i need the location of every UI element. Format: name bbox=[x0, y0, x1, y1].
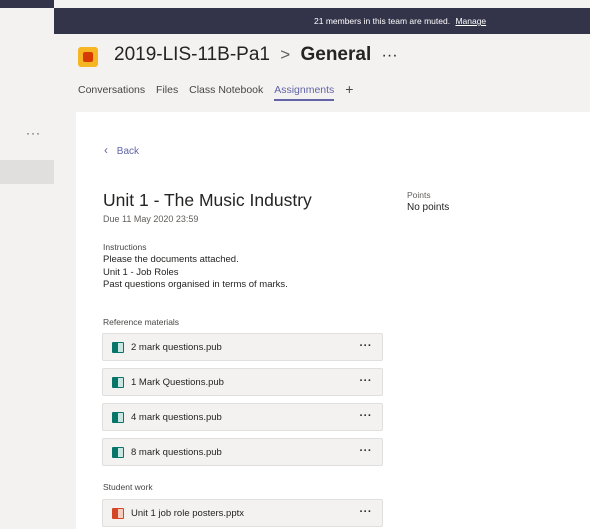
publisher-file-icon bbox=[112, 412, 124, 423]
powerpoint-file-icon bbox=[112, 508, 124, 519]
points-value: No points bbox=[407, 202, 450, 213]
instruction-line: Past questions organised in terms of mar… bbox=[103, 279, 288, 290]
team-name: 2019-LIS-11B-Pa1 bbox=[114, 44, 270, 65]
channel-name: General bbox=[300, 44, 372, 65]
tab-conversations[interactable]: Conversations bbox=[78, 84, 145, 99]
assignment-card: ‹ Back Unit 1 - The Music Industry Due 1… bbox=[76, 112, 590, 529]
back-button[interactable]: ‹ Back bbox=[104, 143, 139, 157]
file-more-icon[interactable]: ··· bbox=[360, 410, 373, 422]
file-more-icon[interactable]: ··· bbox=[360, 375, 373, 387]
reference-file[interactable]: 4 mark questions.pub ··· bbox=[102, 403, 383, 431]
channel-title: 2019-LIS-11B-Pa1 > General ··· bbox=[114, 44, 398, 66]
rail-selected-item[interactable] bbox=[0, 160, 54, 184]
reference-file[interactable]: 8 mark questions.pub ··· bbox=[102, 438, 383, 466]
left-rail: ··· bbox=[0, 0, 54, 529]
student-work-label: Student work bbox=[103, 482, 153, 492]
instruction-line: Please the documents attached. bbox=[103, 254, 239, 265]
rail-top-bar bbox=[0, 0, 54, 8]
tab-class-notebook[interactable]: Class Notebook bbox=[189, 84, 263, 99]
chevron-right-icon: > bbox=[280, 45, 291, 64]
file-name: 1 Mark Questions.pub bbox=[131, 377, 224, 388]
add-tab-icon[interactable]: + bbox=[345, 81, 353, 97]
file-more-icon[interactable]: ··· bbox=[360, 445, 373, 457]
chevron-left-icon: ‹ bbox=[104, 143, 108, 157]
reference-file[interactable]: 1 Mark Questions.pub ··· bbox=[102, 368, 383, 396]
instructions-text: Please the documents attached. Unit 1 - … bbox=[103, 254, 288, 292]
publisher-file-icon bbox=[112, 447, 124, 458]
manage-link[interactable]: Manage bbox=[455, 16, 486, 26]
reference-materials-label: Reference materials bbox=[103, 317, 180, 327]
banner-text: 21 members in this team are muted. bbox=[314, 16, 451, 26]
publisher-file-icon bbox=[112, 342, 124, 353]
instructions-label: Instructions bbox=[103, 242, 147, 252]
assignment-due-date: Due 11 May 2020 23:59 bbox=[103, 214, 199, 224]
file-name: 4 mark questions.pub bbox=[131, 412, 222, 423]
instruction-line: Unit 1 - Job Roles bbox=[103, 266, 179, 278]
rail-more-icon[interactable]: ··· bbox=[26, 126, 41, 140]
back-label: Back bbox=[116, 146, 140, 157]
file-name: 2 mark questions.pub bbox=[131, 342, 222, 353]
publisher-file-icon bbox=[112, 377, 124, 388]
channel-header: 2019-LIS-11B-Pa1 > General ··· Conversat… bbox=[54, 34, 590, 101]
file-name: 8 mark questions.pub bbox=[131, 447, 222, 458]
file-more-icon[interactable]: ··· bbox=[360, 506, 373, 518]
reference-file[interactable]: 2 mark questions.pub ··· bbox=[102, 333, 383, 361]
channel-more-icon[interactable]: ··· bbox=[382, 47, 398, 64]
file-name: Unit 1 job role posters.pptx bbox=[131, 508, 245, 519]
muted-members-banner: 21 members in this team are muted. Manag… bbox=[54, 8, 590, 34]
assignment-title: Unit 1 - The Music Industry bbox=[103, 190, 312, 210]
tab-assignments[interactable]: Assignments bbox=[274, 84, 335, 101]
points-label: Points bbox=[407, 190, 431, 200]
channel-tabs: Conversations Files Class Notebook Assig… bbox=[78, 80, 353, 101]
file-more-icon[interactable]: ··· bbox=[360, 340, 373, 352]
tab-files[interactable]: Files bbox=[156, 84, 178, 99]
team-logo-icon bbox=[78, 47, 98, 67]
student-file[interactable]: Unit 1 job role posters.pptx ··· bbox=[102, 499, 383, 527]
